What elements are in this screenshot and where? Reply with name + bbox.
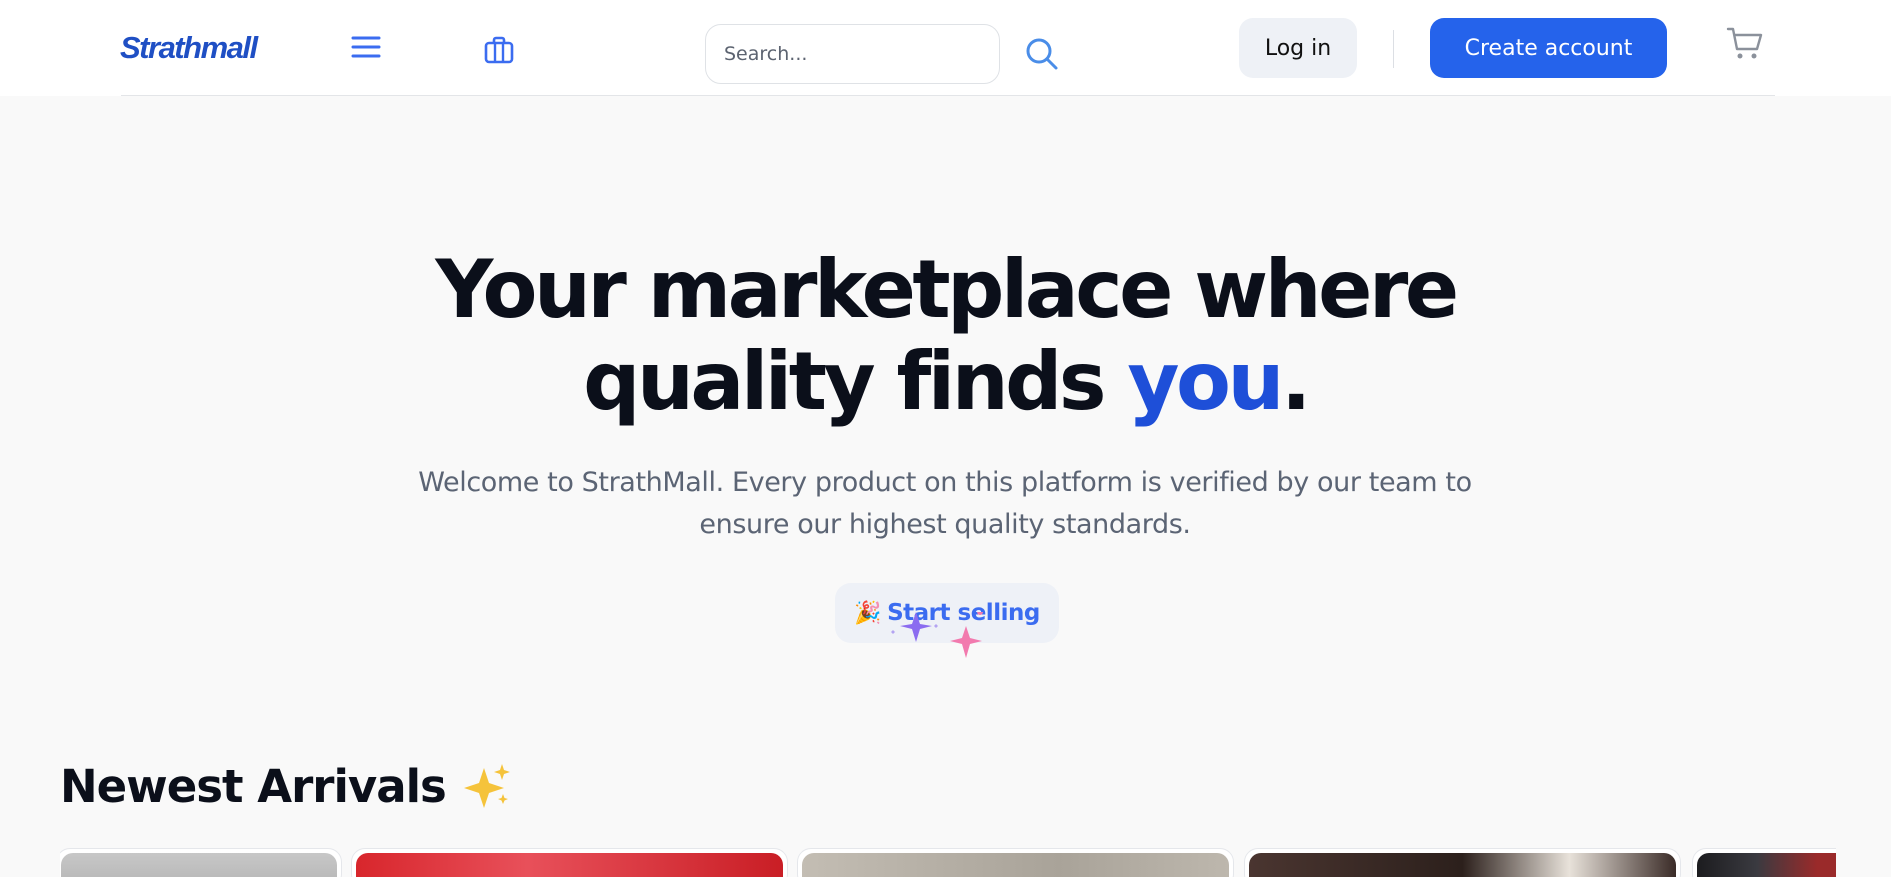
hero-title-accent: you <box>1127 335 1284 428</box>
newest-arrivals-title: Newest Arrivals <box>60 760 447 813</box>
menu-icon[interactable] <box>349 32 383 62</box>
product-image <box>1697 853 1836 877</box>
top-navbar: Strathmall Log in Create account <box>0 0 1891 96</box>
create-account-button[interactable]: Create account <box>1430 18 1667 78</box>
login-button[interactable]: Log in <box>1239 18 1357 78</box>
start-selling-label: Start selling <box>887 600 1040 626</box>
hero-title-line1: Your marketplace where <box>435 243 1459 336</box>
search-icon[interactable] <box>1022 34 1062 74</box>
start-selling-button[interactable]: 🎉 Start selling <box>835 583 1059 643</box>
product-card-5[interactable] <box>1692 848 1836 877</box>
product-card-4[interactable] <box>1244 848 1681 877</box>
newest-arrivals-carousel[interactable] <box>60 848 1836 877</box>
hero-subtitle: Welcome to StrathMall. Every product on … <box>418 467 1472 540</box>
party-popper-icon: 🎉 <box>854 600 882 626</box>
briefcase-icon[interactable] <box>482 34 516 66</box>
header-divider <box>1393 30 1394 68</box>
search-input[interactable] <box>705 24 1000 84</box>
newest-arrivals-heading: Newest Arrivals <box>60 760 512 813</box>
product-image <box>61 853 337 877</box>
product-card-2[interactable] <box>351 848 788 877</box>
hero-title-line2: quality finds <box>583 335 1128 428</box>
header-divider-line <box>121 95 1775 96</box>
product-image <box>802 853 1229 877</box>
cart-icon[interactable] <box>1725 24 1765 62</box>
product-image <box>356 853 783 877</box>
site-logo[interactable]: Strathmall <box>120 30 258 66</box>
hero-title-period: . <box>1280 335 1311 428</box>
hero-title: Your marketplace where quality finds you… <box>0 244 1891 428</box>
sparkles-icon <box>463 763 510 808</box>
product-card-1[interactable] <box>60 848 342 877</box>
product-image <box>1249 853 1676 877</box>
product-card-3[interactable] <box>797 848 1234 877</box>
